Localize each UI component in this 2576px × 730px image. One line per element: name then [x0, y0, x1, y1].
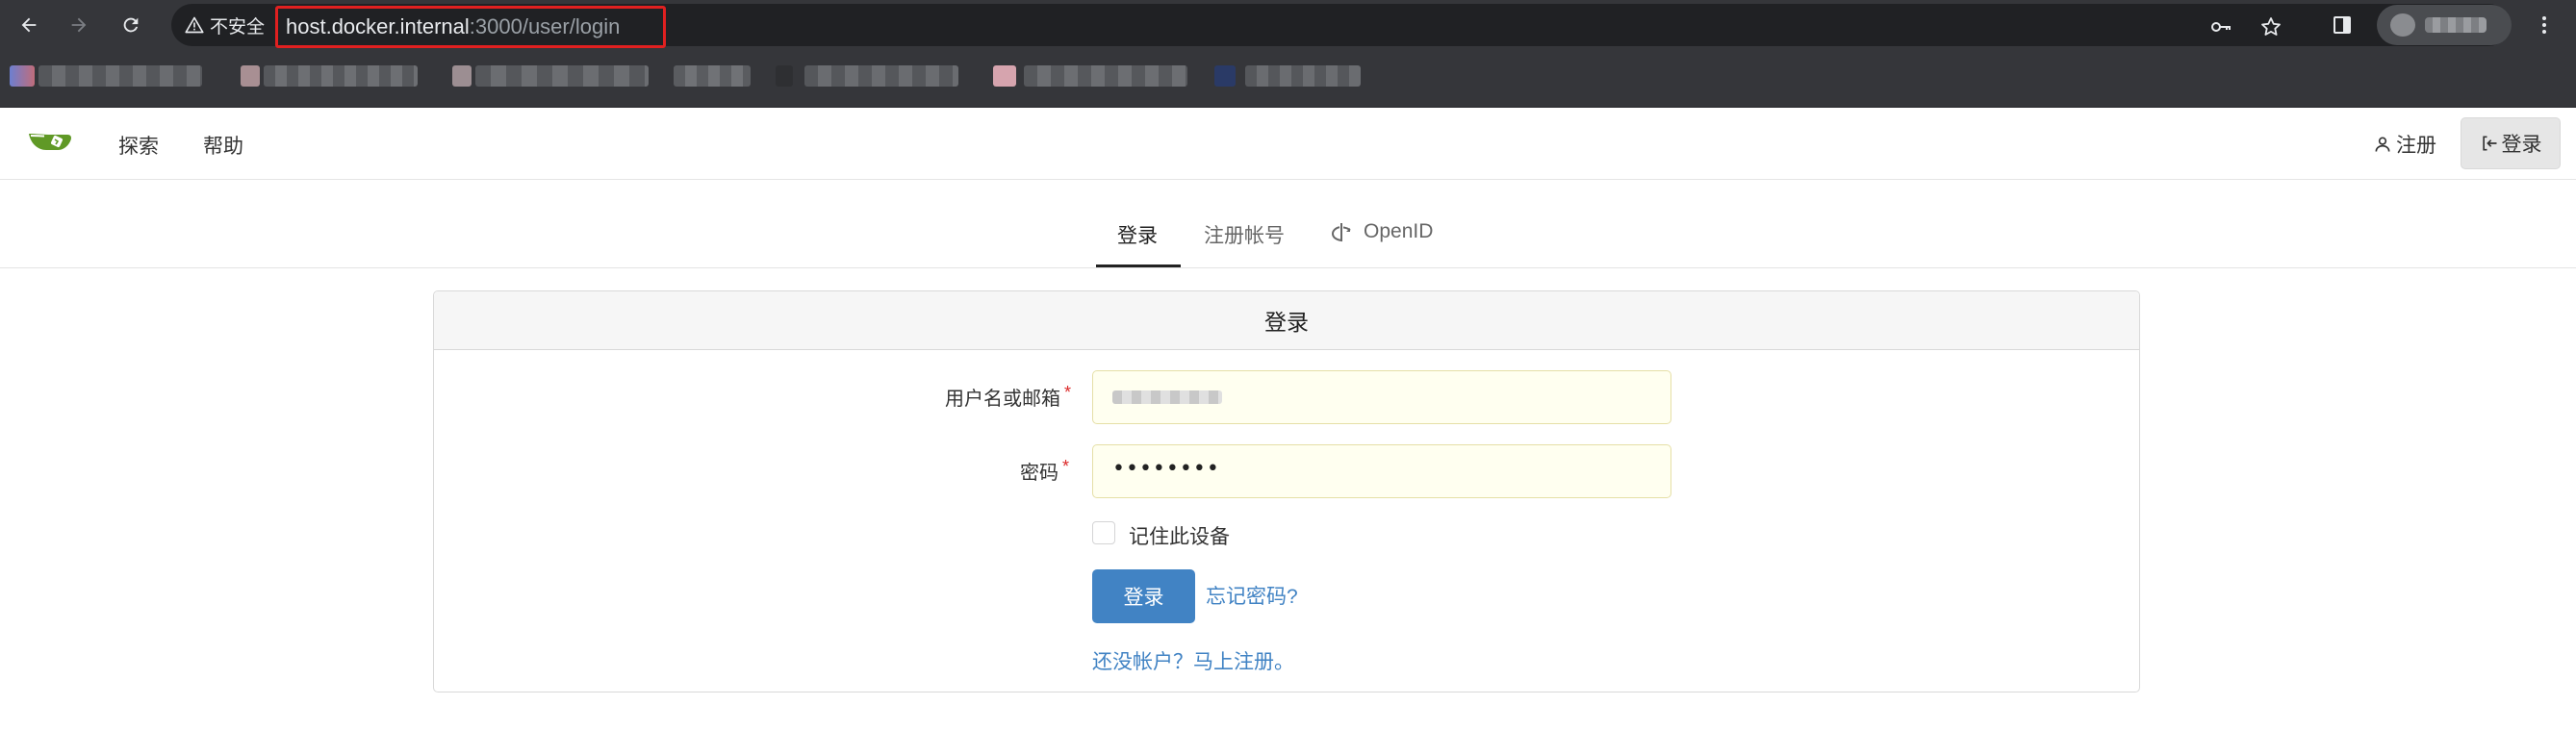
- bookmark-favicon-redacted[interactable]: [1214, 65, 1236, 87]
- more-vertical-icon: [2542, 16, 2546, 34]
- register-link[interactable]: 注册: [2373, 129, 2436, 160]
- remember-device-checkbox[interactable]: [1092, 521, 1115, 544]
- remember-device-label[interactable]: 记住此设备: [1129, 521, 1230, 550]
- tab-login[interactable]: 登录: [1117, 220, 1158, 249]
- username-field[interactable]: [1092, 370, 1671, 424]
- openid-icon: [1331, 223, 1351, 242]
- bookmark-item-redacted[interactable]: [475, 65, 649, 87]
- password-value: ••••••••: [1112, 457, 1220, 481]
- side-panel-icon: [2334, 16, 2351, 34]
- bookmark-item-redacted[interactable]: [674, 65, 751, 87]
- bookmark-favicon-redacted[interactable]: [241, 65, 260, 87]
- required-marker: *: [1062, 457, 1070, 476]
- forward-button[interactable]: [62, 8, 96, 42]
- bookmark-favicon-redacted[interactable]: [452, 65, 472, 87]
- auth-tabs: 登录 注册帐号 OpenID: [0, 180, 2576, 268]
- warning-triangle-icon: [185, 16, 204, 34]
- key-icon: [2211, 22, 2231, 32]
- reload-button[interactable]: [114, 8, 148, 42]
- bookmark-item-redacted[interactable]: [264, 65, 418, 87]
- back-button[interactable]: [12, 8, 46, 42]
- sign-in-icon: [2482, 136, 2496, 151]
- url-host: host.docker.internal: [286, 14, 470, 38]
- password-field[interactable]: ••••••••: [1092, 444, 1671, 498]
- url-text[interactable]: host.docker.internal:3000/user/login: [275, 6, 666, 48]
- tab-openid[interactable]: OpenID: [1331, 220, 1433, 243]
- gitea-logo-icon[interactable]: [27, 125, 73, 164]
- bookmark-item-redacted[interactable]: [1245, 65, 1361, 87]
- side-panel-button[interactable]: [2325, 8, 2359, 42]
- profile-button[interactable]: [2377, 5, 2512, 45]
- signup-link[interactable]: 还没帐户？马上注册。: [1092, 646, 1294, 675]
- security-indicator[interactable]: 不安全: [185, 4, 265, 46]
- star-icon: [2261, 17, 2281, 36]
- tab-register[interactable]: 注册帐号: [1204, 220, 1285, 249]
- signin-button[interactable]: 登录: [2461, 117, 2561, 169]
- nav-explore-link[interactable]: 探索: [118, 131, 159, 160]
- bookmark-item-redacted[interactable]: [804, 65, 958, 87]
- username-value-redacted: [1112, 390, 1222, 404]
- browser-toolbar: 不安全 host.docker.internal:3000/user/login: [0, 0, 2576, 50]
- username-label-text: 用户名或邮箱: [945, 389, 1060, 410]
- active-tab-indicator: [1096, 264, 1181, 267]
- person-icon: [2375, 137, 2390, 152]
- signin-label: 登录: [2501, 134, 2542, 156]
- security-label: 不安全: [210, 16, 266, 38]
- address-bar[interactable]: 不安全 host.docker.internal:3000/user/login: [171, 4, 2510, 48]
- bookmark-item-redacted[interactable]: [38, 65, 202, 87]
- bookmark-favicon-redacted[interactable]: [10, 65, 35, 87]
- arrow-right-icon: [71, 17, 87, 33]
- register-label: 注册: [2396, 135, 2436, 157]
- site-header: 探索 帮助 注册 登录: [0, 108, 2576, 180]
- arrow-left-icon: [21, 17, 37, 33]
- profile-avatar: [2390, 13, 2415, 37]
- bookmark-favicon-redacted[interactable]: [993, 65, 1016, 87]
- bookmark-item-redacted[interactable]: [1024, 65, 1187, 87]
- bookmark-favicon-redacted[interactable]: [776, 65, 793, 87]
- tab-openid-label: OpenID: [1364, 220, 1434, 242]
- login-submit-button[interactable]: 登录: [1092, 569, 1195, 623]
- browser-menu-button[interactable]: [2527, 8, 2562, 42]
- profile-name-redacted: [2425, 17, 2487, 33]
- bookmark-star-button[interactable]: [2256, 12, 2286, 42]
- forgot-password-link[interactable]: 忘记密码?: [1206, 581, 1298, 610]
- login-panel-title: 登录: [434, 291, 2139, 350]
- nav-help-link[interactable]: 帮助: [203, 131, 243, 160]
- password-label: 密码 *: [1020, 457, 1069, 485]
- reload-icon: [123, 17, 139, 33]
- password-key-button[interactable]: [2206, 12, 2236, 42]
- password-label-text: 密码: [1020, 463, 1058, 484]
- username-label: 用户名或邮箱 *: [945, 383, 1071, 411]
- url-path: :3000/user/login: [469, 14, 621, 38]
- required-marker: *: [1064, 383, 1072, 402]
